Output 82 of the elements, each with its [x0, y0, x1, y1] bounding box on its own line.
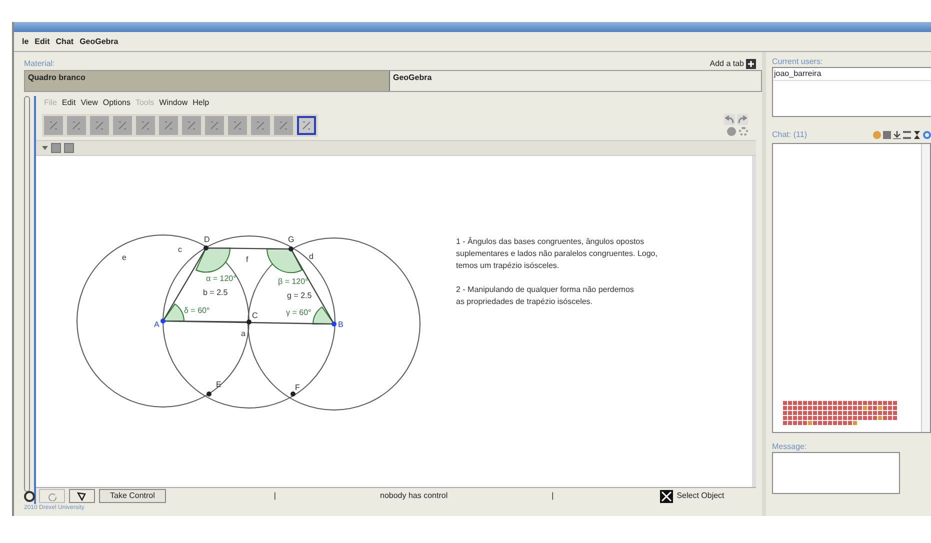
note-text: suplementares e lados não paralelos congruentes. Logo,	[456, 248, 658, 260]
tab[interactable]: Quadro branco	[25, 71, 390, 91]
clock-icon[interactable]	[24, 490, 35, 502]
section-label: Chat: (11)	[772, 129, 807, 141]
download-icon[interactable]	[893, 131, 901, 139]
user-item[interactable]: joao_barreira	[773, 68, 931, 81]
note-text: 1 - Ângulos das bases congruentes, ângulos opostos	[456, 236, 646, 248]
menu-item[interactable]: GeoGebra	[80, 36, 118, 48]
scrollbar[interactable]	[921, 144, 930, 432]
geometry-label: D	[204, 235, 210, 244]
pointer-button[interactable]	[69, 489, 95, 503]
tool-icon	[278, 120, 289, 130]
tool-icon	[232, 120, 243, 130]
geometry-label: d	[309, 252, 314, 261]
note-text: temos um trapézio isósceles.	[456, 260, 560, 272]
geometry-label: α = 120°	[206, 274, 236, 283]
menu-item[interactable]: Options	[102, 97, 130, 109]
tool-icon	[301, 120, 312, 130]
geometry-label: a	[241, 329, 246, 338]
tool-icon	[117, 120, 128, 130]
geometry-label: b = 2.5	[203, 288, 228, 297]
geometry-label: g = 2.5	[287, 291, 312, 300]
message-field[interactable]	[772, 452, 900, 494]
pointer-icon	[77, 492, 87, 500]
menu-item[interactable]: Chat	[56, 36, 74, 48]
tool-button[interactable]	[136, 116, 155, 134]
tool-button[interactable]	[113, 116, 132, 134]
tool-button[interactable]	[159, 116, 178, 134]
menu-item[interactable]: View	[80, 97, 98, 109]
tool-button[interactable]	[274, 116, 293, 134]
menu-item[interactable]: Edit	[62, 97, 76, 109]
tool-icon	[209, 120, 220, 130]
separator-text: |	[274, 490, 276, 502]
note-text: as propriedades de trapézio isósceles.	[456, 296, 594, 308]
hourglass-icon[interactable]	[913, 131, 921, 139]
tool-button[interactable]	[44, 116, 63, 134]
tool-button[interactable]	[182, 116, 201, 134]
undo-icon[interactable]	[724, 114, 735, 125]
menu-item[interactable]: le	[22, 36, 29, 48]
section-label: Message:	[772, 441, 808, 452]
menu-item[interactable]: Window	[159, 97, 188, 109]
tool-icon	[140, 120, 151, 130]
refresh-icon	[48, 492, 56, 500]
geometry-label: c	[178, 245, 182, 254]
tool-icon	[48, 120, 59, 130]
geometry-label: G	[288, 235, 294, 244]
geometry-label: C	[252, 311, 258, 320]
select-object-icon	[660, 490, 673, 502]
tool-button[interactable]	[205, 116, 224, 134]
tool-button[interactable]	[228, 116, 247, 134]
tool-button[interactable]	[90, 116, 109, 134]
note-text: 2 - Manipulando de qualquer forma não perdemos	[456, 284, 635, 296]
section-label: Material:	[24, 58, 55, 70]
geometry-label: A	[154, 320, 160, 329]
tool-button[interactable]	[251, 116, 270, 134]
geometry-label: δ = 60°	[184, 306, 210, 315]
redo-icon[interactable]	[737, 114, 748, 125]
separator-text: |	[552, 490, 554, 502]
status-text: nobody has control	[380, 490, 448, 502]
select-object-text: Select Object	[676, 490, 724, 502]
tool-button[interactable]	[67, 116, 86, 134]
tool-icon	[71, 120, 82, 130]
geometry-label: γ = 60°	[286, 308, 312, 317]
line-icon[interactable]	[903, 131, 911, 139]
tool-icon	[186, 120, 197, 130]
geometry-label: β = 120°	[278, 277, 308, 286]
geometry-label: F	[295, 383, 300, 392]
add-tab-button[interactable]: Add a tab	[710, 58, 756, 70]
section-label: Current users:	[772, 56, 824, 67]
geometry-label: e	[122, 253, 126, 262]
tool-icon	[94, 120, 105, 130]
geometry-label: B	[338, 320, 344, 329]
search-icon[interactable]	[873, 131, 881, 139]
plus-icon	[746, 59, 756, 69]
take-control-button[interactable]: Take Control	[99, 489, 166, 503]
geometry-label: f	[246, 255, 248, 264]
tool-button[interactable]	[297, 116, 316, 134]
menu-item[interactable]: Help	[192, 97, 210, 109]
menu-item[interactable]: Edit	[34, 36, 50, 48]
collapse-icon[interactable]	[42, 145, 48, 151]
tool-icon	[163, 120, 174, 130]
tool-icon	[255, 120, 266, 130]
